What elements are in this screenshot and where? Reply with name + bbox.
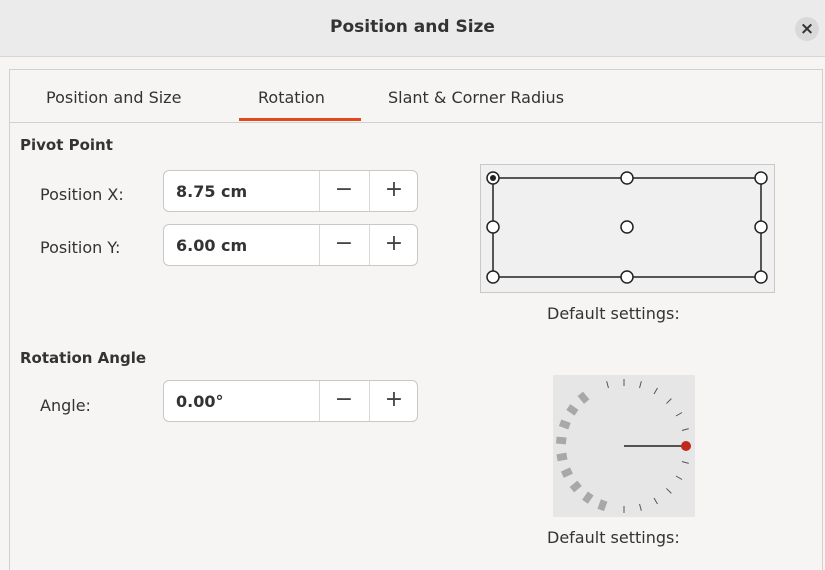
dial-arc-segment [566, 404, 579, 416]
dial-tick [653, 387, 658, 395]
active-tab-indicator [239, 118, 361, 121]
pivot-default-settings-label: Default settings: [547, 304, 680, 323]
dial-arc-segment [577, 391, 590, 404]
rotation-default-settings-label: Default settings: [547, 528, 680, 547]
tab-position-and-size[interactable]: Position and Size [46, 88, 181, 107]
tab-slant-corner-radius[interactable]: Slant & Corner Radius [388, 88, 564, 107]
angle-label: Angle: [40, 396, 91, 415]
tab-bar: Position and Size Rotation Slant & Corne… [10, 70, 822, 123]
position-x-increment-button[interactable]: + [369, 171, 418, 211]
dial-tick [653, 497, 658, 505]
angle-decrement-button[interactable]: − [319, 381, 368, 421]
dial-tick [675, 412, 683, 417]
dial-tick [666, 398, 672, 404]
dial-arc-segment [582, 491, 594, 504]
position-y-decrement-button[interactable]: − [319, 225, 368, 265]
angle-value[interactable]: 0.00° [176, 392, 223, 411]
pivot-center[interactable] [620, 220, 634, 234]
rotation-dial-graphic [555, 379, 691, 513]
rotation-dial[interactable] [553, 375, 695, 517]
dial-tick [666, 488, 672, 494]
close-button[interactable]: × [795, 17, 819, 41]
position-y-spinbox[interactable]: 6.00 cm − + [163, 224, 418, 266]
dial-tick [606, 381, 609, 389]
dial-arc-segment [569, 480, 582, 493]
pivot-middle-left[interactable] [486, 220, 500, 234]
dial-tick [639, 503, 642, 511]
pivot-bottom-center[interactable] [620, 270, 634, 284]
pivot-bottom-right[interactable] [754, 270, 768, 284]
pivot-diagram [486, 171, 768, 284]
tab-rotation[interactable]: Rotation [258, 88, 325, 107]
dial-tick [639, 381, 642, 389]
position-y-label: Position Y: [40, 238, 121, 257]
close-icon: × [799, 19, 815, 39]
dial-tick [681, 428, 689, 431]
title-bar: Position and Size × [0, 0, 825, 57]
position-x-label: Position X: [40, 185, 124, 204]
angle-increment-button[interactable]: + [369, 381, 418, 421]
rotation-handle[interactable] [681, 441, 691, 451]
dial-arc-segment [597, 499, 608, 512]
angle-spinbox[interactable]: 0.00° − + [163, 380, 418, 422]
dial-tick [675, 475, 683, 480]
dial-arc-segment [560, 467, 573, 478]
dial-arc-segment [556, 452, 568, 462]
pivot-point-selector [480, 164, 775, 293]
pivot-selected-dot [490, 175, 496, 181]
dial-arc-segment [555, 436, 567, 445]
position-x-decrement-button[interactable]: − [319, 171, 368, 211]
position-y-increment-button[interactable]: + [369, 225, 418, 265]
pivot-point-heading: Pivot Point [20, 136, 113, 154]
position-y-value[interactable]: 6.00 cm [176, 236, 247, 255]
pivot-top-center[interactable] [620, 171, 634, 185]
pivot-bottom-left[interactable] [486, 270, 500, 284]
pivot-middle-right[interactable] [754, 220, 768, 234]
dialog-title: Position and Size [330, 17, 495, 37]
position-x-spinbox[interactable]: 8.75 cm − + [163, 170, 418, 212]
rotation-angle-heading: Rotation Angle [20, 349, 147, 367]
dial-arc-segment [558, 419, 571, 430]
dial-tick [681, 461, 689, 464]
dialog-panel: Position and Size Rotation Slant & Corne… [9, 69, 823, 570]
pivot-top-right[interactable] [754, 171, 768, 185]
position-x-value[interactable]: 8.75 cm [176, 182, 247, 201]
